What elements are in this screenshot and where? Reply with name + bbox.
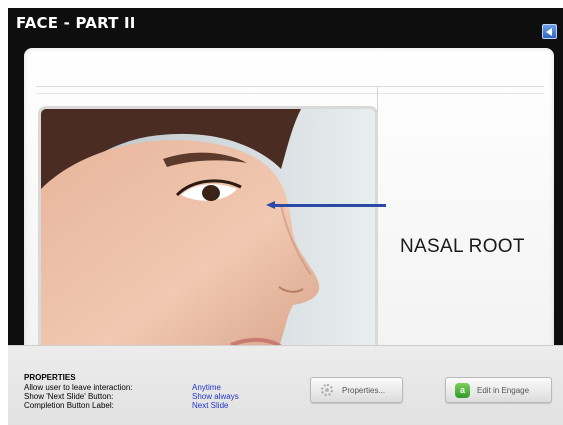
card-top-strip (36, 86, 544, 94)
slide-stage: FACE - PART II NASAL ROOT (8, 8, 563, 345)
pointer-line (274, 204, 386, 207)
edit-in-engage-label: Edit in Engage (477, 386, 530, 395)
pointer-arrowhead (266, 201, 275, 209)
back-arrow-icon[interactable] (542, 24, 557, 39)
properties-panel: PROPERTIES Allow user to leave interacti… (8, 345, 563, 425)
edit-in-engage-button[interactable]: a Edit in Engage (445, 377, 552, 403)
property-value: Next Slide (192, 401, 229, 410)
slide-title: FACE - PART II (16, 14, 136, 32)
face-photo (38, 106, 378, 345)
engage-logo-icon: a (455, 383, 470, 398)
properties-heading: PROPERTIES (24, 373, 76, 382)
face-illustration (41, 109, 375, 345)
properties-button-label: Properties... (342, 386, 386, 395)
property-value: Anytime (192, 383, 221, 392)
properties-button[interactable]: Properties... (310, 377, 403, 403)
gear-icon (321, 384, 333, 396)
property-label: Allow user to leave interaction: (24, 383, 133, 392)
feature-label: NASAL ROOT (400, 236, 525, 257)
property-label: Completion Button Label: (24, 401, 114, 410)
property-value: Show always (192, 392, 239, 401)
property-label: Show 'Next Slide' Button: (24, 392, 114, 401)
